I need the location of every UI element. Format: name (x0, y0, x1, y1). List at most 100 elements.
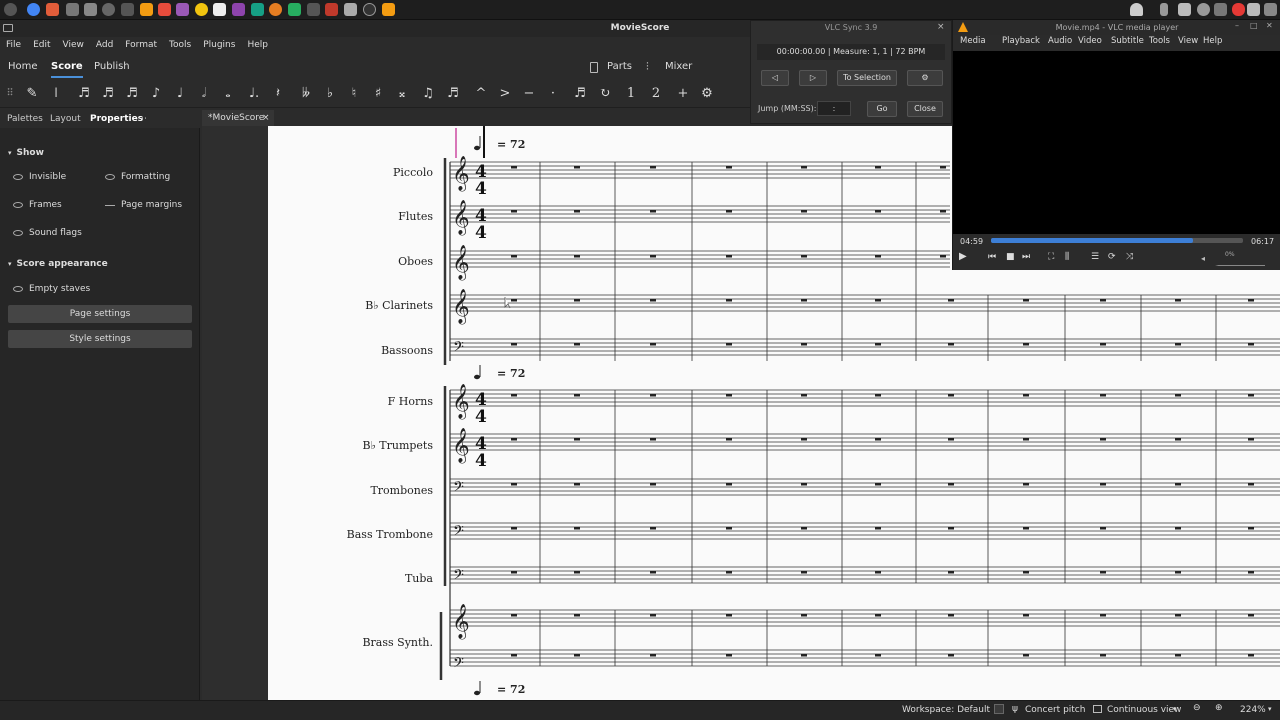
sync-icon[interactable] (121, 3, 134, 16)
app-icon[interactable] (325, 3, 338, 16)
vlc-icon[interactable] (382, 3, 395, 16)
folder-icon[interactable] (84, 3, 97, 16)
next-icon[interactable]: ⏭ (1022, 252, 1030, 262)
menu-add[interactable]: Add (90, 37, 119, 54)
sharp-icon[interactable]: ♯ (370, 86, 386, 102)
instrument-name[interactable]: Piccolo (393, 166, 433, 179)
zoom-level[interactable]: 224% (1240, 705, 1266, 715)
extended-settings-icon[interactable]: ⫼ (1065, 252, 1069, 262)
app-icon[interactable] (307, 3, 320, 16)
tuplet-icon[interactable]: ♬ (572, 86, 588, 102)
menu-view[interactable]: View (57, 37, 90, 54)
files-icon[interactable] (46, 3, 59, 16)
power-icon[interactable] (1264, 3, 1277, 16)
app-icon[interactable] (232, 3, 245, 16)
instrument-name[interactable]: Brass Synth. (362, 636, 433, 649)
settings-icon[interactable] (102, 3, 115, 16)
volume-slider[interactable] (1215, 252, 1265, 266)
microphone-icon[interactable] (1232, 3, 1245, 16)
app-icon[interactable] (251, 3, 264, 16)
vlc-menu-help[interactable]: Help (1203, 36, 1222, 46)
instrument-name[interactable]: B♭ Trumpets (363, 439, 434, 452)
instrument-name[interactable]: Flutes (398, 210, 433, 223)
slur-icon[interactable]: ♬ (445, 86, 461, 102)
loop-icon[interactable]: ⟳ (1108, 252, 1116, 262)
concert-pitch-checkbox[interactable] (994, 704, 1004, 714)
close-button[interactable]: Close (907, 101, 943, 117)
vlc-icon[interactable] (140, 3, 153, 16)
minimize-icon[interactable]: – (1235, 21, 1239, 30)
instrument-name[interactable]: Bassoons (381, 344, 433, 357)
formatting-toggle[interactable]: Formatting (105, 171, 170, 183)
frames-toggle[interactable]: Frames (13, 199, 62, 211)
flip-icon[interactable]: ↻ (597, 86, 613, 102)
play-icon[interactable]: ▶ (959, 251, 967, 262)
menu-plugins[interactable]: Plugins (197, 37, 241, 54)
voice-1-icon[interactable]: 1 (623, 86, 639, 102)
tab-palettes[interactable]: Palettes (7, 110, 43, 128)
half-note-icon[interactable]: 𝅗𝅥 (196, 86, 212, 102)
network-icon[interactable] (1197, 3, 1210, 16)
close-icon[interactable]: × (262, 110, 270, 126)
empty-staves-toggle[interactable]: Empty staves (13, 283, 90, 295)
instrument-name[interactable]: Tuba (405, 572, 433, 585)
close-icon[interactable]: ✕ (1266, 21, 1273, 30)
tenuto-icon[interactable]: − (521, 86, 537, 102)
gear-icon[interactable]: ⚙ (907, 70, 943, 86)
vlc-menu-tools[interactable]: Tools (1149, 36, 1170, 46)
menu-edit[interactable]: Edit (27, 37, 56, 54)
rest-icon[interactable]: 𝄽 (270, 86, 286, 102)
workspace-selector[interactable]: Workspace: Default (902, 705, 990, 715)
show-section-header[interactable]: ▾ Show (8, 148, 44, 158)
zoom-in-icon[interactable]: ⊕ (1215, 703, 1223, 713)
whole-note-icon[interactable]: 𝅝 (220, 86, 236, 102)
previous-icon[interactable]: ⏮ (988, 252, 996, 262)
menu-file[interactable]: File (0, 37, 27, 54)
app-icon[interactable] (195, 3, 208, 16)
accent-icon[interactable]: > (497, 86, 513, 102)
vlc-menu-media[interactable]: Media (960, 36, 986, 46)
flat-icon[interactable]: ♭ (322, 86, 338, 102)
step-back-button[interactable]: ◁ (761, 70, 789, 86)
gear-icon[interactable]: ⚙ (699, 86, 715, 102)
double-flat-icon[interactable]: 𝄫 (298, 86, 314, 102)
playlist-icon[interactable]: ☰ (1091, 252, 1099, 262)
instrument-name[interactable]: Trombones (370, 484, 433, 497)
notification-icon[interactable] (1130, 3, 1143, 16)
close-icon[interactable]: × (937, 22, 945, 32)
document-tab[interactable]: *MovieScore × (202, 110, 274, 126)
video-display[interactable] (953, 51, 1280, 234)
double-sharp-icon[interactable]: 𝄪 (394, 86, 410, 102)
natural-icon[interactable]: ♮ (346, 86, 362, 102)
tab-home[interactable]: Home (8, 56, 38, 78)
bluetooth-icon[interactable] (1160, 3, 1168, 16)
staccato-icon[interactable]: · (545, 86, 561, 102)
tab-layout[interactable]: Layout (50, 110, 81, 128)
instrument-name[interactable]: F Horns (388, 395, 433, 408)
style-settings-button[interactable]: Style settings (8, 330, 192, 348)
tab-score[interactable]: Score (51, 56, 83, 78)
tab-properties[interactable]: Properties (90, 110, 143, 128)
app-icon[interactable] (176, 3, 189, 16)
score-appearance-section-header[interactable]: ▾ Score appearance (8, 259, 108, 269)
fullscreen-icon[interactable]: ⛶ (1048, 252, 1054, 262)
launcher-icon[interactable] (4, 3, 17, 16)
wifi-icon[interactable] (1178, 3, 1191, 16)
terminal-icon[interactable] (66, 3, 79, 16)
zoom-out-icon[interactable]: ⊖ (1193, 703, 1201, 713)
app-icon[interactable] (288, 3, 301, 16)
window-menu-icon[interactable] (3, 24, 13, 32)
chevron-down-icon[interactable]: ▾ (1268, 705, 1272, 713)
play-button[interactable]: ▷ (799, 70, 827, 86)
tab-publish[interactable]: Publish (94, 56, 130, 78)
go-button[interactable]: Go (867, 101, 897, 117)
pen-icon[interactable]: ✎ (24, 86, 40, 102)
tempo-marking[interactable]: = 72 (497, 683, 525, 696)
volume-icon[interactable] (1247, 3, 1260, 16)
menu-format[interactable]: Format (119, 37, 163, 54)
maximize-icon[interactable]: □ (1250, 21, 1258, 30)
menu-help[interactable]: Help (241, 37, 274, 54)
pin-icon[interactable]: ǀ (48, 86, 64, 102)
stop-icon[interactable]: ■ (1006, 252, 1015, 262)
dotted-note-icon[interactable]: ♩. (246, 86, 262, 102)
